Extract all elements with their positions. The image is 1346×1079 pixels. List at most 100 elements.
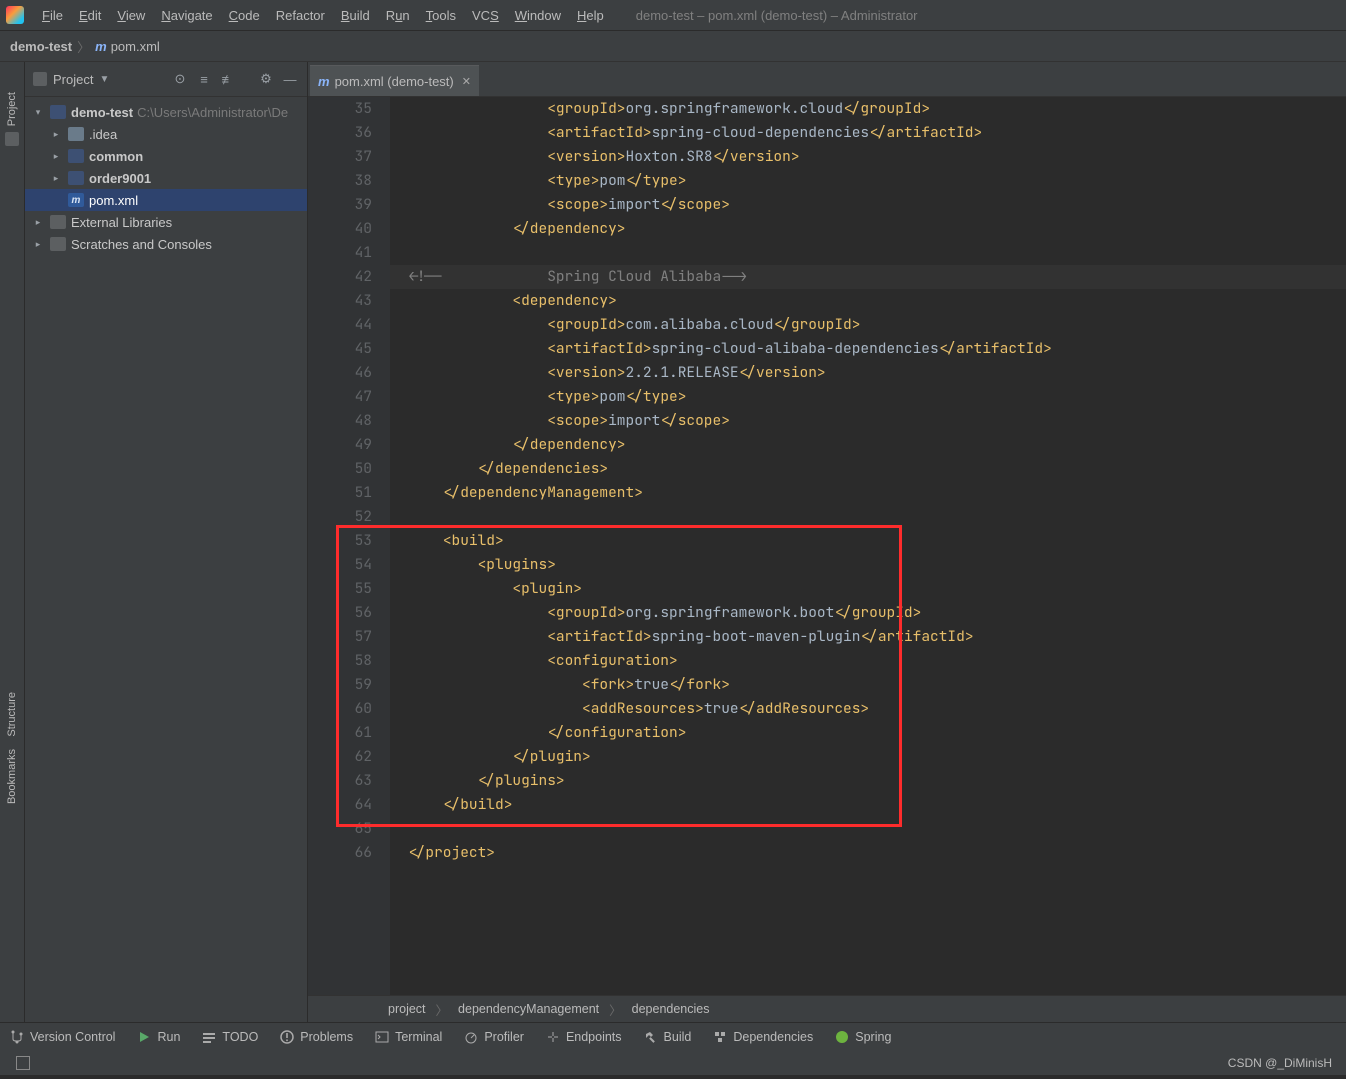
hide-icon[interactable]: — <box>281 70 299 88</box>
left-tool-strip-lower: Structure Bookmarks <box>0 680 24 816</box>
toolwindow-structure-tab[interactable]: Structure <box>6 692 18 737</box>
toolwindow-vcs[interactable]: Version Control <box>10 1030 115 1044</box>
tree-root[interactable]: ▾ demo-test C:\Users\Administrator\De <box>25 101 307 123</box>
menu-file[interactable]: File <box>42 8 63 23</box>
chevron-down-icon[interactable]: ▼ <box>99 74 109 85</box>
maven-icon: m <box>95 39 107 54</box>
todo-icon <box>202 1030 216 1044</box>
crumb-project[interactable]: project <box>388 1002 426 1016</box>
label: Run <box>157 1030 180 1044</box>
nav-project[interactable]: demo-test <box>10 39 72 54</box>
toolwindow-profiler[interactable]: Profiler <box>464 1030 524 1044</box>
project-tool-window: Project ▼ ⊙ ≡ ≢ ⚙ — ▾ demo-test C:\Users… <box>25 62 308 1022</box>
crumb-depmgmt[interactable]: dependencyManagement <box>458 1002 599 1016</box>
toolwindow-bookmarks-tab[interactable]: Bookmarks <box>6 749 18 804</box>
left-tool-strip: Project Structure Bookmarks <box>0 62 25 1022</box>
chevron-right-icon: 〉 <box>436 1000 449 1019</box>
menu-run[interactable]: Run <box>386 8 410 23</box>
nav-file[interactable]: pom.xml <box>111 39 160 54</box>
tree-label: .idea <box>89 127 117 142</box>
label: Profiler <box>484 1030 524 1044</box>
chevron-right-icon[interactable]: ▸ <box>31 239 45 250</box>
app-icon <box>6 6 24 24</box>
label: Terminal <box>395 1030 442 1044</box>
endpoints-icon <box>546 1030 560 1044</box>
tab-pom[interactable]: m pom.xml (demo-test) ✕ <box>310 65 479 96</box>
gear-icon[interactable]: ⚙ <box>257 70 275 88</box>
chevron-right-icon[interactable]: ▸ <box>49 173 63 184</box>
status-bar: CSDN @_DiMinisH <box>0 1051 1346 1075</box>
close-icon[interactable]: ✕ <box>462 75 471 88</box>
chevron-down-icon[interactable]: ▾ <box>31 107 45 118</box>
module-icon <box>68 149 84 163</box>
main-area: Project Structure Bookmarks Project ▼ ⊙ … <box>0 62 1346 1022</box>
tree-label: External Libraries <box>71 215 172 230</box>
project-tree[interactable]: ▾ demo-test C:\Users\Administrator\De ▸ … <box>25 97 307 259</box>
toolwindow-project-tab[interactable]: Project <box>6 92 18 126</box>
project-header: Project ▼ ⊙ ≡ ≢ ⚙ — <box>25 62 307 97</box>
tree-node-common[interactable]: ▸ common <box>25 145 307 167</box>
tree-external-libraries[interactable]: ▸ External Libraries <box>25 211 307 233</box>
bottom-tool-bar: Version Control Run TODO Problems Termin… <box>0 1022 1346 1051</box>
tree-root-label: demo-test <box>71 105 133 120</box>
toolwindow-dependencies[interactable]: Dependencies <box>713 1030 813 1044</box>
menu-vcs[interactable]: VCS <box>472 8 499 23</box>
tree-label: common <box>89 149 143 164</box>
module-icon <box>68 171 84 185</box>
menu-window[interactable]: Window <box>515 8 561 23</box>
tree-root-path: C:\Users\Administrator\De <box>137 105 288 120</box>
toolwindow-todo[interactable]: TODO <box>202 1030 258 1044</box>
crumb-deps[interactable]: dependencies <box>632 1002 710 1016</box>
toolwindow-build[interactable]: Build <box>644 1030 692 1044</box>
tree-label: pom.xml <box>89 193 138 208</box>
module-icon <box>50 105 66 119</box>
menu-tools[interactable]: Tools <box>426 8 456 23</box>
menu-navigate[interactable]: Navigate <box>161 8 212 23</box>
project-view-label[interactable]: Project <box>53 72 93 87</box>
gutter[interactable]: 3536373839404142434445464748495051525354… <box>308 97 390 995</box>
tree-node-pom[interactable]: m pom.xml <box>25 189 307 211</box>
code-body[interactable]: <groupId>org.springframework.cloud</grou… <box>390 97 1346 995</box>
chevron-right-icon[interactable]: ▸ <box>49 151 63 162</box>
expand-all-icon[interactable]: ≡ <box>195 70 213 88</box>
menu-bar: File Edit View Navigate Code Refactor Bu… <box>0 0 1346 31</box>
watermark: CSDN @_DiMinisH <box>1228 1056 1332 1070</box>
menu-code[interactable]: Code <box>229 8 260 23</box>
tree-label: Scratches and Consoles <box>71 237 212 252</box>
collapse-all-icon[interactable]: ≢ <box>219 70 237 88</box>
toolwindow-terminal[interactable]: Terminal <box>375 1030 442 1044</box>
chevron-right-icon: 〉 <box>609 1000 622 1019</box>
chevron-right-icon[interactable]: ▸ <box>49 129 63 140</box>
deps-icon <box>713 1030 727 1044</box>
label: Version Control <box>30 1030 115 1044</box>
status-toggle-icon[interactable] <box>16 1056 30 1070</box>
spring-icon <box>835 1030 849 1044</box>
chevron-right-icon[interactable]: ▸ <box>31 217 45 228</box>
tree-node-idea[interactable]: ▸ .idea <box>25 123 307 145</box>
tree-node-order9001[interactable]: ▸ order9001 <box>25 167 307 189</box>
toolwindow-endpoints[interactable]: Endpoints <box>546 1030 622 1044</box>
menu-help[interactable]: Help <box>577 8 604 23</box>
label: TODO <box>222 1030 258 1044</box>
menu-refactor[interactable]: Refactor <box>276 8 325 23</box>
chevron-right-icon: 〉 <box>77 37 90 56</box>
tab-label: pom.xml (demo-test) <box>335 74 454 89</box>
select-opened-file-icon[interactable]: ⊙ <box>171 70 189 88</box>
tree-scratches[interactable]: ▸ Scratches and Consoles <box>25 233 307 255</box>
branch-icon <box>10 1030 24 1044</box>
menu-view[interactable]: View <box>117 8 145 23</box>
code-area[interactable]: 3536373839404142434445464748495051525354… <box>308 97 1346 995</box>
label: Dependencies <box>733 1030 813 1044</box>
toolwindow-problems[interactable]: Problems <box>280 1030 353 1044</box>
menu-build[interactable]: Build <box>341 8 370 23</box>
editor-tabs: m pom.xml (demo-test) ✕ <box>308 62 1346 97</box>
label: Spring <box>855 1030 891 1044</box>
maven-icon: m <box>318 74 330 89</box>
profiler-icon <box>464 1030 478 1044</box>
folder-icon <box>5 132 19 146</box>
menu-edit[interactable]: Edit <box>79 8 101 23</box>
play-icon <box>137 1030 151 1044</box>
editor: m pom.xml (demo-test) ✕ 3536373839404142… <box>308 62 1346 1022</box>
toolwindow-spring[interactable]: Spring <box>835 1030 891 1044</box>
toolwindow-run[interactable]: Run <box>137 1030 180 1044</box>
